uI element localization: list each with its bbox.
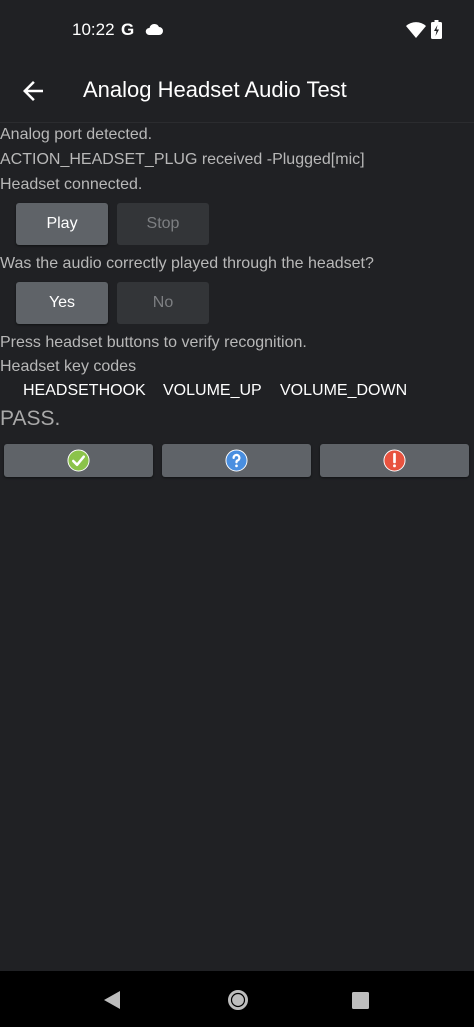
info-button[interactable] [162,444,311,477]
arrow-back-icon[interactable] [18,76,48,106]
fail-button[interactable] [320,444,469,477]
status-bar: 10:22 G [0,0,474,62]
play-button[interactable]: Play [16,203,108,245]
keycode-volume-down: VOLUME_DOWN [280,382,408,399]
navigation-bar [0,971,474,1027]
pass-check-icon [67,449,90,472]
status-time: 10:22 [72,20,115,39]
no-button[interactable]: No [117,282,209,324]
keycodes-heading: Headset key codes [0,358,137,375]
keycode-volume-up: VOLUME_UP [163,382,262,399]
nav-home-icon[interactable] [227,989,249,1011]
press-instruction: Press headset buttons to verify recognit… [0,334,307,351]
cloud-icon [145,23,163,35]
app-bar: Analog Headset Audio Test [0,62,474,123]
status-line-port: Analog port detected. [0,126,153,143]
keycode-headsethook: HEADSETHOOK [23,382,146,399]
yes-button[interactable]: Yes [16,282,108,324]
screen: 10:22 G Analog Headset Audio Test Analog… [0,0,474,1027]
status-line-connected: Headset connected. [0,176,143,193]
wifi-icon [406,22,426,38]
result-label: PASS. [0,407,61,430]
pass-button[interactable] [4,444,153,477]
google-g-icon: G [121,20,135,39]
nav-recents-icon[interactable] [352,992,369,1009]
fail-exclamation-icon [383,449,406,472]
page-title: Analog Headset Audio Test [83,77,347,102]
info-question-icon [225,449,248,472]
status-line-plug: ACTION_HEADSET_PLUG received -Plugged[mi… [0,151,365,168]
stop-button[interactable]: Stop [117,203,209,245]
nav-back-icon[interactable] [103,990,121,1010]
audio-question: Was the audio correctly played through t… [0,255,374,272]
battery-icon [431,20,442,39]
